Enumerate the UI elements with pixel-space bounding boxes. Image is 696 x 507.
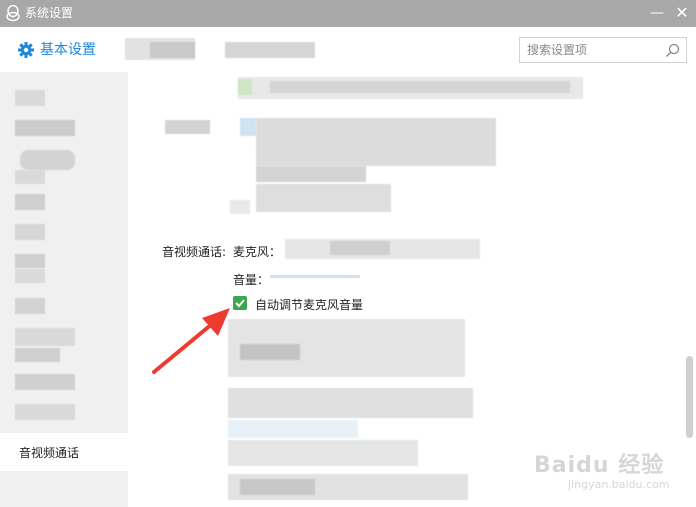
window-title: 系统设置 — [25, 6, 74, 20]
blurred-block — [228, 420, 358, 438]
sidebar-item[interactable] — [15, 374, 75, 390]
blurred-icon — [240, 118, 256, 136]
blurred-row — [238, 79, 252, 95]
blurred-block — [256, 184, 391, 212]
gear-icon — [18, 42, 34, 58]
blurred-row — [270, 81, 570, 93]
title-bar: 系统设置 — ✕ — [0, 0, 696, 27]
blurred-block — [228, 440, 418, 466]
scrollbar-thumb[interactable] — [686, 356, 693, 438]
av-section-label: 音视频通话: — [162, 245, 227, 259]
sidebar-item[interactable] — [15, 170, 45, 184]
blurred-tab — [225, 42, 315, 58]
sidebar-item[interactable] — [15, 90, 45, 106]
settings-header: 基本设置 — [0, 27, 696, 72]
sidebar-item[interactable] — [15, 328, 75, 346]
blurred-block — [256, 166, 366, 182]
minimize-icon[interactable]: — — [645, 3, 669, 23]
blurred-block — [256, 118, 496, 166]
blurred-tab — [150, 42, 195, 58]
sidebar-item[interactable] — [15, 269, 45, 283]
watermark-url: jingyan.baidu.com — [568, 478, 670, 491]
volume-label: 音量： — [233, 273, 270, 287]
blurred-block — [240, 344, 300, 360]
auto-adjust-label: 自动调节麦克风音量 — [255, 298, 364, 312]
sidebar: 音视频通话 — [0, 72, 128, 507]
sidebar-item[interactable] — [15, 348, 60, 362]
tab-basic-settings[interactable]: 基本设置 — [40, 41, 96, 59]
search-box[interactable] — [519, 37, 687, 63]
blurred-block — [228, 388, 473, 418]
search-input[interactable] — [520, 38, 667, 62]
sidebar-item[interactable] — [15, 298, 45, 314]
scrollbar[interactable] — [683, 72, 696, 507]
sidebar-item[interactable] — [15, 224, 45, 240]
sidebar-item[interactable] — [15, 194, 45, 210]
sidebar-item-label: 音视频通话 — [19, 446, 80, 460]
blurred-block — [240, 479, 315, 495]
microphone-label: 麦克风： — [233, 245, 282, 259]
sidebar-item[interactable] — [15, 254, 45, 268]
blurred-block — [230, 200, 250, 214]
sidebar-item[interactable] — [15, 120, 75, 136]
red-arrow-annotation — [152, 308, 230, 374]
sidebar-item-av-call[interactable]: 音视频通话 — [0, 433, 128, 471]
baidu-jingyan-watermark-logo: Baidu 经验 — [534, 453, 665, 478]
qq-penguin-icon — [6, 5, 20, 22]
blurred-label — [165, 120, 210, 134]
close-icon[interactable]: ✕ — [670, 3, 694, 23]
search-icon[interactable] — [665, 43, 680, 58]
sidebar-item[interactable] — [15, 404, 75, 420]
sidebar-item[interactable] — [20, 150, 75, 170]
microphone-dropdown-value — [330, 241, 390, 255]
volume-slider[interactable] — [270, 275, 360, 278]
